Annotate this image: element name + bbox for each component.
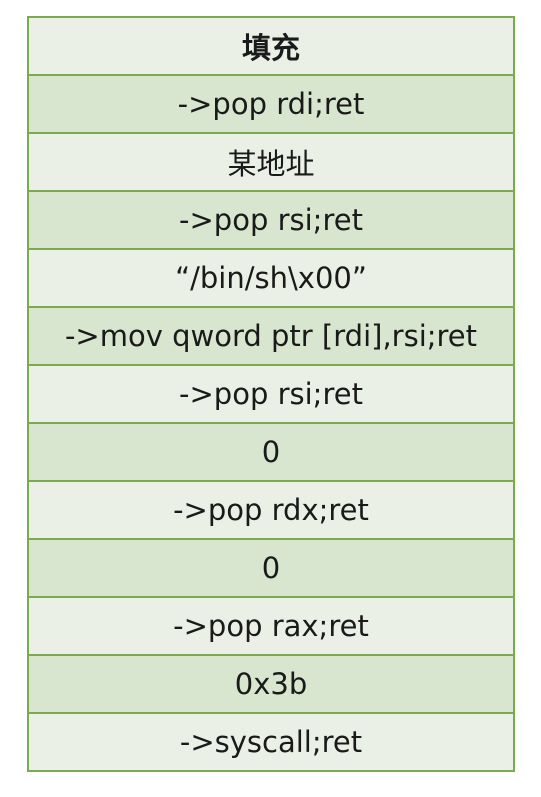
stack-cell-pop-rsi-2: ->pop rsi;ret bbox=[27, 364, 515, 424]
rop-stack-body: 填充 ->pop rdi;ret 某地址 ->pop rsi;ret “/bin… bbox=[27, 16, 515, 772]
stack-cell-padding: 填充 bbox=[27, 16, 515, 76]
stack-cell-pop-rdx: ->pop rdx;ret bbox=[27, 480, 515, 540]
stack-cell-bin-sh-string: “/bin/sh\x00” bbox=[27, 248, 515, 308]
stack-cell-zero-1: 0 bbox=[27, 422, 515, 482]
stack-row-pop-rsi-1: ->pop rsi;ret bbox=[27, 190, 515, 250]
stack-cell-zero-2: 0 bbox=[27, 538, 515, 598]
stack-row-syscall-number: 0x3b bbox=[27, 654, 515, 714]
stack-row-pop-rdi: ->pop rdi;ret bbox=[27, 74, 515, 134]
stack-cell-pop-rsi-1: ->pop rsi;ret bbox=[27, 190, 515, 250]
stack-row-mov-qword: ->mov qword ptr [rdi],rsi;ret bbox=[27, 306, 515, 366]
stack-row-pop-rsi-2: ->pop rsi;ret bbox=[27, 364, 515, 424]
stack-cell-pop-rdi: ->pop rdi;ret bbox=[27, 74, 515, 134]
stack-cell-mov-qword: ->mov qword ptr [rdi],rsi;ret bbox=[27, 306, 515, 366]
stack-cell-syscall-number: 0x3b bbox=[27, 654, 515, 714]
stack-cell-some-address: 某地址 bbox=[27, 132, 515, 192]
stack-row-zero-2: 0 bbox=[27, 538, 515, 598]
stack-row-syscall: ->syscall;ret bbox=[27, 712, 515, 772]
stack-row-padding: 填充 bbox=[27, 16, 515, 76]
stack-row-some-address: 某地址 bbox=[27, 132, 515, 192]
stack-row-zero-1: 0 bbox=[27, 422, 515, 482]
stack-row-pop-rdx: ->pop rdx;ret bbox=[27, 480, 515, 540]
stack-row-bin-sh-string: “/bin/sh\x00” bbox=[27, 248, 515, 308]
rop-stack-table: 填充 ->pop rdi;ret 某地址 ->pop rsi;ret “/bin… bbox=[27, 16, 515, 772]
stack-cell-syscall: ->syscall;ret bbox=[27, 712, 515, 772]
stack-row-pop-rax: ->pop rax;ret bbox=[27, 596, 515, 656]
stack-cell-pop-rax: ->pop rax;ret bbox=[27, 596, 515, 656]
